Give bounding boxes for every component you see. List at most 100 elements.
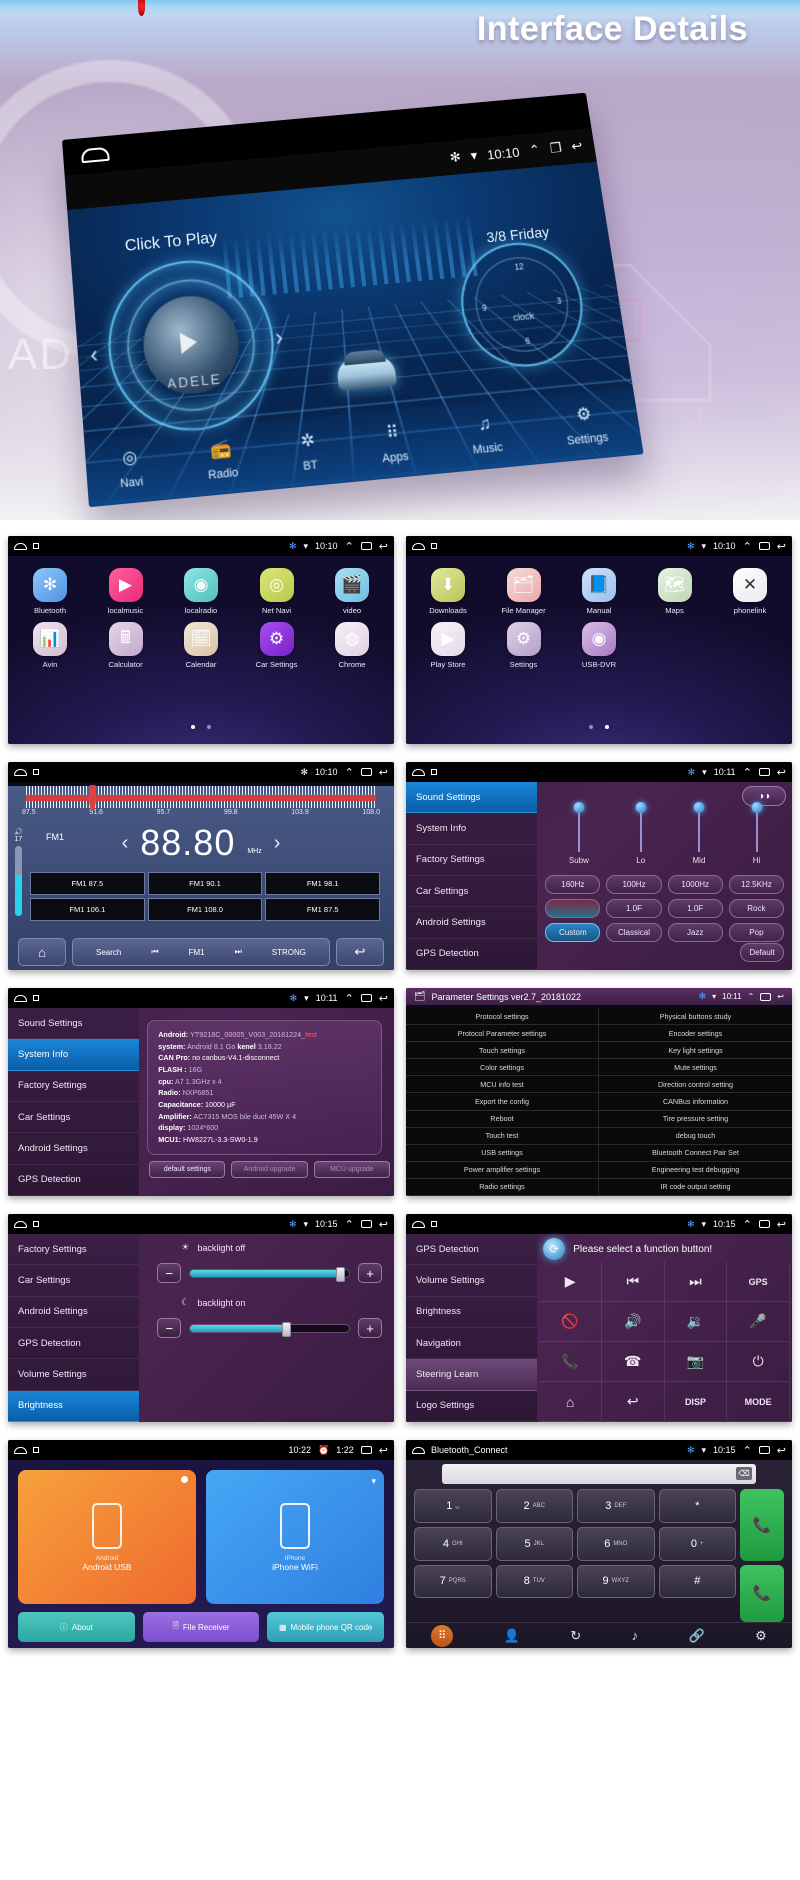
recents-icon[interactable] [360, 994, 372, 1002]
eq-freq-subw[interactable]: 160Hz [545, 875, 601, 894]
expand-up-icon[interactable]: ⌃ [743, 1444, 752, 1457]
app-calculator[interactable]: 🖩 Calculator [98, 622, 154, 669]
recents-icon[interactable] [760, 992, 772, 1001]
home-icon[interactable] [14, 542, 27, 550]
contacts-icon[interactable]: 👤 [504, 1628, 520, 1644]
back-icon[interactable]: ↩ [379, 766, 388, 779]
increase-button[interactable]: + [358, 1263, 382, 1283]
page-dot-active[interactable] [605, 725, 609, 729]
app-localmusic[interactable]: ▶ localmusic [98, 568, 154, 615]
nav-android-settings[interactable]: Android Settings [406, 907, 538, 939]
app-chrome[interactable]: ◍ Chrome [324, 622, 380, 669]
recents-icon[interactable] [758, 542, 770, 550]
slider-knob[interactable] [693, 802, 705, 813]
cell-left[interactable]: Power amplifier settings [406, 1161, 599, 1178]
nav-gps-detection[interactable]: GPS Detection [406, 939, 538, 970]
steering-btn-home[interactable]: ⌂ [539, 1382, 602, 1422]
recents-icon[interactable] [33, 995, 39, 1001]
cell-left[interactable]: Protocol settings [406, 1008, 599, 1025]
volume-slider[interactable] [14, 846, 22, 916]
prev-icon[interactable]: ⏮ [151, 947, 158, 957]
nav-item-settings[interactable]: ⚙ Settings [562, 400, 610, 450]
decrease-button[interactable]: − [157, 1263, 182, 1283]
back-icon[interactable]: ↩ [336, 938, 384, 966]
nav-steering-learn[interactable]: Steering Learn [406, 1359, 538, 1391]
cell-right[interactable]: Mute settings [599, 1059, 792, 1075]
phone-number-input[interactable]: ⌫ [442, 1464, 756, 1484]
cell-right[interactable]: Bluetooth Connect Pair Set [599, 1145, 792, 1161]
eq-freq-mid[interactable]: 1000Hz [667, 875, 723, 894]
recents-icon[interactable] [758, 1220, 770, 1228]
preset-button[interactable]: FM1 87.5 [30, 872, 145, 895]
back-icon[interactable]: ↩ [379, 992, 388, 1005]
default-button[interactable]: Default [740, 943, 784, 962]
call-button[interactable]: 📞 [740, 1489, 784, 1561]
cell-right[interactable]: IR code output setting [599, 1179, 792, 1195]
key-3[interactable]: 3 DEF [577, 1489, 655, 1523]
app-car-settings[interactable]: ⚙ Car Settings [249, 622, 305, 669]
nav-brightness[interactable]: Brightness [8, 1390, 140, 1422]
back-icon[interactable]: ↩ [379, 1444, 388, 1457]
nav-item-bt[interactable]: ✲ BT [299, 428, 319, 476]
home-icon[interactable] [14, 1220, 27, 1228]
app-file-manager[interactable]: 🗂 File Manager [496, 568, 552, 615]
prev-station-icon[interactable]: ‹ [122, 832, 129, 855]
backspace-icon[interactable]: ⌫ [736, 1467, 752, 1480]
steering-btn-next[interactable]: ⏭ [664, 1262, 728, 1302]
app-video[interactable]: 🎬 video [324, 568, 380, 615]
cell-right[interactable]: CANBus information [599, 1093, 792, 1109]
page-dot[interactable] [207, 725, 211, 729]
recents-icon[interactable] [431, 543, 437, 549]
nav-car-settings[interactable]: Car Settings [406, 876, 538, 908]
expand-up-icon[interactable]: ⌃ [345, 992, 354, 1005]
cell-right[interactable]: Key light settings [599, 1042, 792, 1058]
app-avin[interactable]: 📊 Avin [22, 622, 78, 669]
cell-left[interactable]: Reboot [406, 1110, 599, 1127]
nav-system-info[interactable]: System Info [406, 813, 538, 845]
about-button[interactable]: ⓘ About [18, 1612, 135, 1642]
steering-btn-back[interactable]: ↩ [601, 1382, 665, 1422]
nav-sound-settings[interactable]: Sound Settings [406, 782, 538, 814]
key-7[interactable]: 7 PQRS [414, 1564, 492, 1599]
expand-up-icon[interactable]: ⌃ [743, 766, 752, 779]
back-icon[interactable]: ↩ [777, 766, 786, 779]
cell-left[interactable]: USB settings [406, 1144, 599, 1161]
home-icon[interactable] [14, 768, 27, 776]
nav-car-settings[interactable]: Car Settings [8, 1265, 140, 1297]
preset-button[interactable]: FM1 90.1 [147, 872, 263, 895]
iphone-wifi-card[interactable]: ▾ iPhone iPhone WiFi [206, 1470, 384, 1604]
back-icon[interactable]: ↩ [570, 138, 583, 155]
steering-btn-prev[interactable]: ⏮ [601, 1262, 665, 1302]
home-icon[interactable] [80, 146, 110, 164]
expand-up-icon[interactable]: ⌃ [748, 992, 755, 1001]
next-icon[interactable]: ⏭ [235, 947, 242, 957]
nav-item-navi[interactable]: ◎ Navi [117, 444, 144, 493]
recents-icon[interactable]: ❐ [549, 140, 563, 157]
eq-q-lo[interactable]: 1.0F [606, 899, 662, 918]
eq-slider-mid[interactable]: Mid [693, 802, 705, 865]
key-5[interactable]: 5 JKL [495, 1526, 573, 1561]
balance-icon[interactable]: ◑◑ [742, 786, 786, 806]
eq-preset-rock[interactable]: Rock [728, 899, 784, 918]
backlight-off-slider[interactable] [189, 1266, 350, 1282]
steering-btn-mic[interactable]: 🎤 [727, 1302, 790, 1342]
eq-preset-custom[interactable]: Custom [545, 923, 601, 942]
app-maps[interactable]: 🗺 Maps [647, 568, 703, 615]
back-icon[interactable]: ↩ [379, 1218, 388, 1231]
nav-brightness[interactable]: Brightness [406, 1297, 538, 1328]
expand-up-icon[interactable]: ⌃ [345, 1218, 354, 1231]
recents-icon[interactable] [758, 768, 770, 776]
recents-icon[interactable] [33, 1221, 39, 1227]
eq-preset-classical[interactable]: Classical [606, 923, 662, 942]
preset-button[interactable]: FM1 106.1 [30, 898, 145, 921]
decrease-button[interactable]: − [157, 1318, 182, 1338]
preset-button[interactable]: FM1 98.1 [265, 872, 380, 895]
cell-right[interactable]: debug touch [599, 1128, 792, 1144]
recents-icon[interactable] [431, 769, 437, 775]
app-phonelink[interactable]: ✕ phonelink [722, 568, 778, 615]
expand-up-icon[interactable]: ⌃ [743, 1218, 752, 1231]
home-icon[interactable] [14, 1446, 27, 1454]
back-icon[interactable]: ↩ [379, 540, 388, 553]
recents-icon[interactable] [360, 1220, 372, 1228]
app-settings[interactable]: ⚙ Settings [496, 622, 552, 669]
